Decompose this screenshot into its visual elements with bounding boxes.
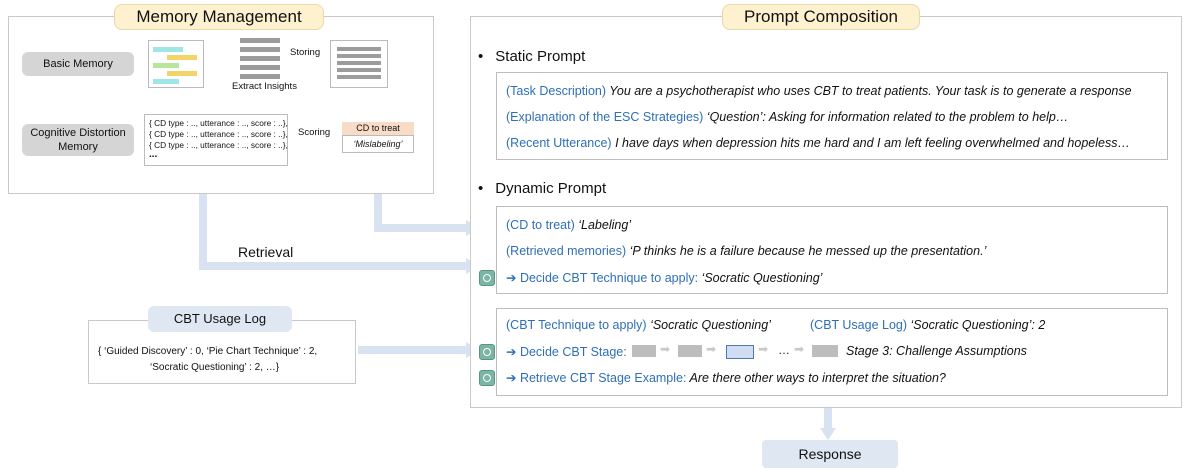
arrow-right-icon: ➡ xyxy=(758,342,769,356)
stage-ellipsis: … xyxy=(778,343,790,357)
scoring-label: Scoring xyxy=(298,127,331,138)
cd-memory-list: { CD type : .., utterance : .., score : … xyxy=(144,114,288,166)
static-line-1-label: (Task Description) xyxy=(506,84,607,98)
retrieve-example-label: ➔ Retrieve CBT Stage Example: xyxy=(506,371,687,385)
usage-log-line-2: ‘Socratic Questioning’ : 2, …} xyxy=(150,362,280,373)
llm-icon xyxy=(479,344,495,360)
cd-to-treat-line-value: ‘Labeling’ xyxy=(574,218,632,232)
prompt-composition-title: Prompt Composition xyxy=(722,4,920,30)
static-line-2: (Explanation of the ESC Strategies) ‘Que… xyxy=(506,110,1068,124)
static-line-2-text: ‘Question’: Asking for information relat… xyxy=(703,110,1069,124)
extract-insights-label: Extract Insights xyxy=(232,81,297,92)
technique-value: ‘Socratic Questioning’ xyxy=(646,318,771,332)
retrieval-label: Retrieval xyxy=(238,244,294,260)
technique-label: (CBT Technique to apply) xyxy=(506,318,647,332)
cd-entry-more: ... xyxy=(149,149,158,160)
cd-to-treat-line-label: (CD to treat) xyxy=(506,218,575,232)
retrieve-example-line: ➔ Retrieve CBT Stage Example: Are there … xyxy=(506,370,946,385)
arrow-right-icon: ➡ xyxy=(660,342,671,356)
cd-to-treat-header: CD to treat xyxy=(342,122,414,135)
response-box: Response xyxy=(762,440,898,468)
decide-stage-label: ➔ Decide CBT Stage: xyxy=(506,345,627,359)
static-line-1: (Task Description) You are a psychothera… xyxy=(506,84,1132,98)
static-prompt-heading-text: Static Prompt xyxy=(495,48,586,65)
arrow-right-icon: ➡ xyxy=(706,342,717,356)
memory-management-title: Memory Management xyxy=(114,4,324,30)
cd-to-treat-value: ‘Mislabeling’ xyxy=(342,135,414,153)
static-line-1-text: You are a psychotherapist who uses CBT t… xyxy=(606,84,1132,98)
cd-memory-label: Cognitive Distortion Memory xyxy=(22,124,134,156)
arrow-right-icon: ➡ xyxy=(794,342,805,356)
retrieve-example-value: Are there other ways to interpret the si… xyxy=(686,371,946,385)
stage-value: Stage 3: Challenge Assumptions xyxy=(846,344,1027,358)
llm-icon xyxy=(479,270,495,286)
technique-and-log-line: (CBT Technique to apply) ‘Socratic Quest… xyxy=(506,318,771,332)
retrieved-memories-value: ‘P thinks he is a failure because he mes… xyxy=(626,244,987,258)
usage-log-line-1: { ‘Guided Discovery’ : 0, ‘Pie Chart Tec… xyxy=(98,346,318,357)
stage-1-block xyxy=(632,345,656,357)
retrieved-memories-line: (Retrieved memories) ‘P thinks he is a f… xyxy=(506,244,986,258)
dynamic-prompt-heading: • Dynamic Prompt xyxy=(478,180,607,197)
cd-to-treat-line: (CD to treat) ‘Labeling’ xyxy=(506,218,631,232)
basic-memory-label: Basic Memory xyxy=(22,52,134,76)
stage-progress: ➡ ➡ ➡ … ➡ xyxy=(632,342,842,360)
static-line-3-label: (Recent Utterance) xyxy=(506,136,612,150)
decide-technique-line: ➔ Decide CBT Technique to apply: ‘Socrat… xyxy=(506,270,822,285)
stored-memory-icon xyxy=(330,40,388,88)
static-prompt-heading: • Static Prompt xyxy=(478,48,586,65)
decide-technique-label: ➔ Decide CBT Technique to apply: xyxy=(506,271,699,285)
storing-label: Storing xyxy=(290,47,321,58)
usage-log-ref-value: ‘Socratic Questioning’: 2 xyxy=(907,318,1046,332)
cd-entry-3: { CD type : .., utterance : .., score : … xyxy=(149,140,288,150)
decide-technique-value: ‘Socratic Questioning’ xyxy=(698,271,823,285)
cd-entry-1: { CD type : .., utterance : .., score : … xyxy=(149,118,288,128)
cd-entry-2: { CD type : .., utterance : .., score : … xyxy=(149,129,288,139)
usage-log-ref-line: (CBT Usage Log) ‘Socratic Questioning’: … xyxy=(810,318,1045,332)
retrieved-memories-label: (Retrieved memories) xyxy=(506,244,627,258)
static-line-2-label: (Explanation of the ESC Strategies) xyxy=(506,110,704,124)
stage-3-block xyxy=(726,345,754,359)
static-line-3-text: I have days when depression hits me hard… xyxy=(611,136,1130,150)
stage-last-block xyxy=(812,345,838,357)
decide-stage-line: ➔ Decide CBT Stage: xyxy=(506,344,627,359)
llm-icon xyxy=(479,370,495,386)
usage-log-ref-label: (CBT Usage Log) xyxy=(810,318,908,332)
stage-2-block xyxy=(678,345,702,357)
dynamic-prompt-heading-text: Dynamic Prompt xyxy=(495,180,607,197)
static-line-3: (Recent Utterance) I have days when depr… xyxy=(506,136,1130,150)
insights-bars-icon xyxy=(240,38,282,82)
memory-chunks-icon xyxy=(148,40,204,88)
cbt-usage-log-title: CBT Usage Log xyxy=(148,306,292,332)
